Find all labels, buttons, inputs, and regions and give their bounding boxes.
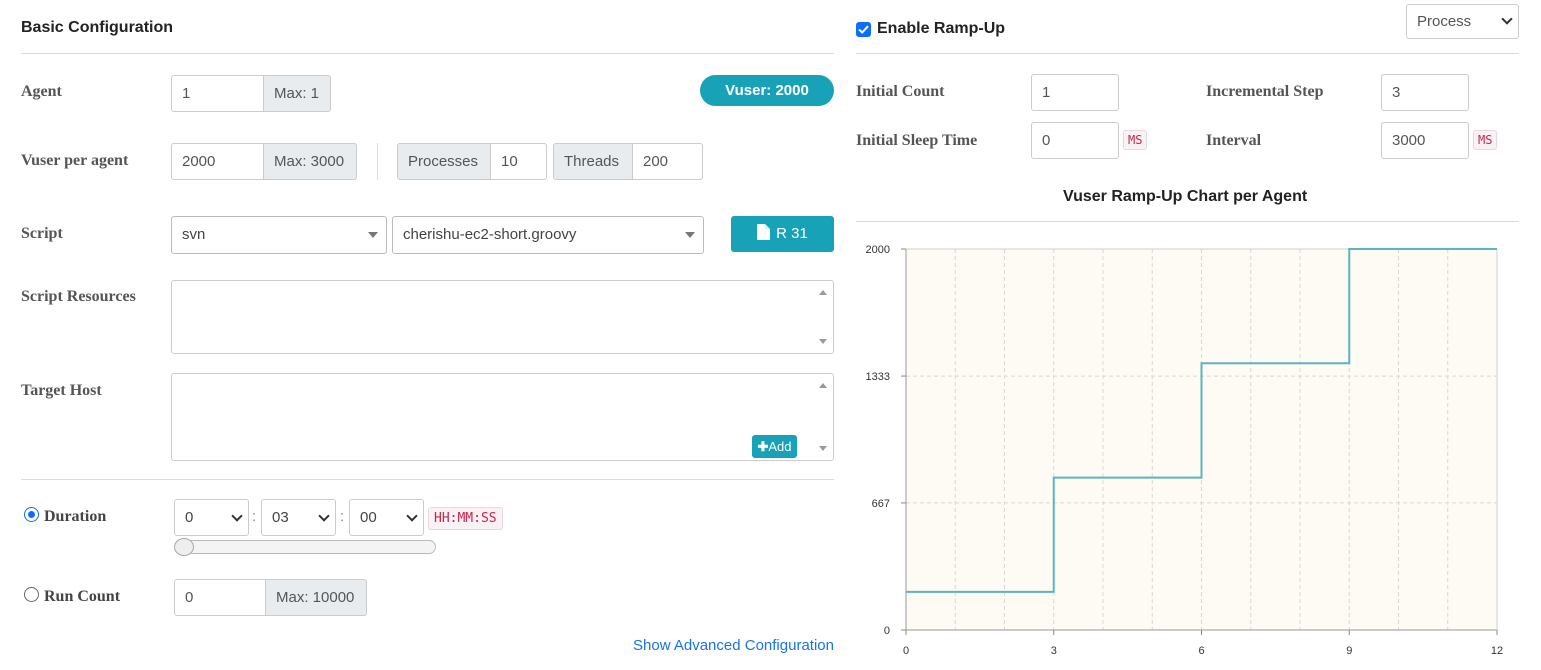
script-resources-textarea[interactable]	[171, 280, 834, 354]
x-tick-label: 0	[903, 645, 909, 657]
chevron-down-icon	[318, 510, 330, 522]
script-file-value: cherishu-ec2-short.groovy	[403, 226, 577, 243]
file-icon	[757, 224, 771, 240]
vuser-max-addon: Max: 3000	[264, 143, 357, 180]
agent-max-addon: Max: 1	[264, 75, 331, 112]
run-count-radio[interactable]	[24, 587, 39, 602]
enable-rampup-label: Enable Ramp-Up	[877, 20, 1006, 37]
time-separator: :	[340, 508, 345, 525]
script-repo-select[interactable]: svn	[171, 216, 387, 254]
script-repo-value: svn	[182, 226, 206, 243]
chevron-down-icon	[231, 510, 243, 522]
x-tick-label: 3	[1051, 645, 1057, 657]
duration-format-hint: HH:MM:SS	[428, 507, 503, 530]
scroll-up-icon[interactable]	[819, 290, 827, 295]
divider	[856, 53, 1519, 54]
script-revision-label: R 31	[776, 225, 808, 242]
chevron-down-icon	[1501, 13, 1513, 25]
chart-title: Vuser Ramp-Up Chart per Agent	[1063, 188, 1308, 205]
vuser-per-agent-input[interactable]: 2000	[171, 143, 264, 180]
target-host-textarea[interactable]	[171, 373, 834, 461]
processes-input[interactable]: 10	[491, 143, 547, 180]
chevron-down-icon	[368, 232, 378, 238]
interval-label: Interval	[1206, 132, 1262, 149]
duration-minutes-select[interactable]: 03	[261, 499, 336, 536]
interval-unit: MS	[1473, 130, 1498, 150]
chevron-down-icon	[685, 232, 695, 238]
y-tick-label: 0	[884, 625, 890, 637]
duration-seconds-select[interactable]: 00	[349, 499, 424, 536]
rampup-mode-select[interactable]: Process	[1406, 4, 1519, 39]
divider	[21, 53, 834, 54]
script-revision-button[interactable]: R 31	[731, 216, 834, 252]
add-host-button[interactable]: ✚Add	[752, 435, 797, 458]
x-tick-label: 9	[1346, 645, 1352, 657]
script-resources-label: Script Resources	[21, 288, 136, 305]
y-tick-label: 667	[872, 498, 890, 510]
run-count-max-addon: Max: 10000	[266, 579, 367, 616]
duration-slider-track[interactable]	[176, 540, 436, 554]
threads-addon: Threads	[553, 143, 633, 180]
plus-icon: ✚	[757, 439, 769, 454]
rampup-chart: 0 667 1333 2000 0 3 6 9 12	[866, 244, 1504, 657]
rampup-mode-value: Process	[1417, 13, 1472, 30]
scroll-down-icon[interactable]	[819, 339, 827, 344]
incremental-step-input[interactable]: 3	[1381, 74, 1469, 111]
add-host-label: Add	[768, 439, 792, 454]
basic-config-title: Basic Configuration	[21, 19, 174, 36]
initial-sleep-label: Initial Sleep Time	[856, 132, 978, 149]
initial-count-input[interactable]: 1	[1031, 74, 1119, 111]
duration-hours-select[interactable]: 0	[174, 499, 249, 536]
x-tick-label: 12	[1491, 645, 1503, 657]
incremental-step-label: Incremental Step	[1206, 83, 1324, 100]
x-tick-label: 6	[1198, 645, 1204, 657]
script-label: Script	[21, 225, 63, 242]
y-tick-label: 1333	[866, 371, 890, 383]
chevron-down-icon	[406, 510, 418, 522]
threads-input[interactable]: 200	[633, 143, 703, 180]
show-advanced-config-link[interactable]: Show Advanced Configuration	[633, 637, 834, 654]
enable-rampup-checkbox[interactable]	[856, 22, 871, 37]
script-file-select[interactable]: cherishu-ec2-short.groovy	[392, 216, 704, 254]
agent-input[interactable]: 1	[171, 75, 264, 112]
vertical-divider	[377, 143, 378, 180]
duration-label: Duration	[44, 508, 107, 525]
duration-seconds-value: 00	[360, 509, 377, 526]
vuser-total-badge: Vuser: 2000	[700, 75, 834, 106]
interval-input[interactable]: 3000	[1381, 122, 1469, 159]
run-count-label: Run Count	[44, 588, 121, 605]
duration-minutes-value: 03	[272, 509, 289, 526]
duration-hours-value: 0	[185, 509, 194, 526]
initial-count-label: Initial Count	[856, 83, 945, 100]
y-tick-label: 2000	[866, 244, 890, 256]
vuser-per-agent-label: Vuser per agent	[21, 152, 129, 169]
run-count-input[interactable]: 0	[174, 579, 266, 616]
target-host-label: Target Host	[21, 382, 102, 399]
agent-label: Agent	[21, 83, 62, 100]
duration-slider-handle[interactable]	[174, 538, 194, 556]
divider	[856, 221, 1519, 222]
scroll-up-icon[interactable]	[819, 383, 827, 388]
time-separator: :	[252, 508, 257, 525]
initial-sleep-input[interactable]: 0	[1031, 122, 1119, 159]
processes-addon: Processes	[397, 143, 491, 180]
divider	[21, 479, 834, 480]
scroll-down-icon[interactable]	[819, 446, 827, 451]
duration-radio[interactable]	[24, 507, 39, 522]
check-icon	[858, 25, 869, 34]
initial-sleep-unit: MS	[1123, 130, 1148, 150]
